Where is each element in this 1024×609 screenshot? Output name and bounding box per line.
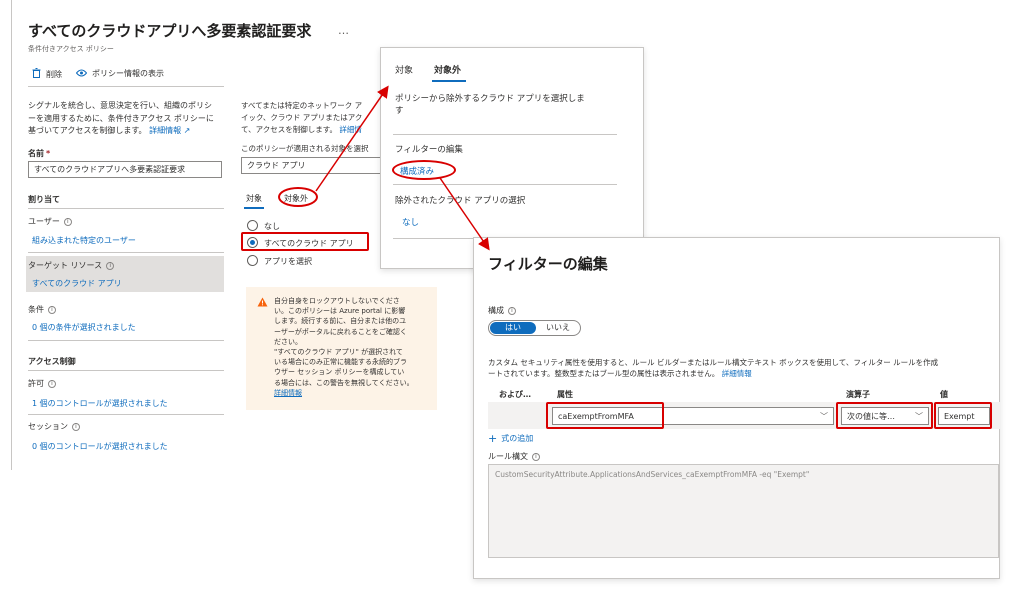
- annotation-arrows: [315, 85, 490, 251]
- arrow-to-exclude-panel: [315, 85, 389, 192]
- arrow-to-filter-panel: [439, 177, 490, 251]
